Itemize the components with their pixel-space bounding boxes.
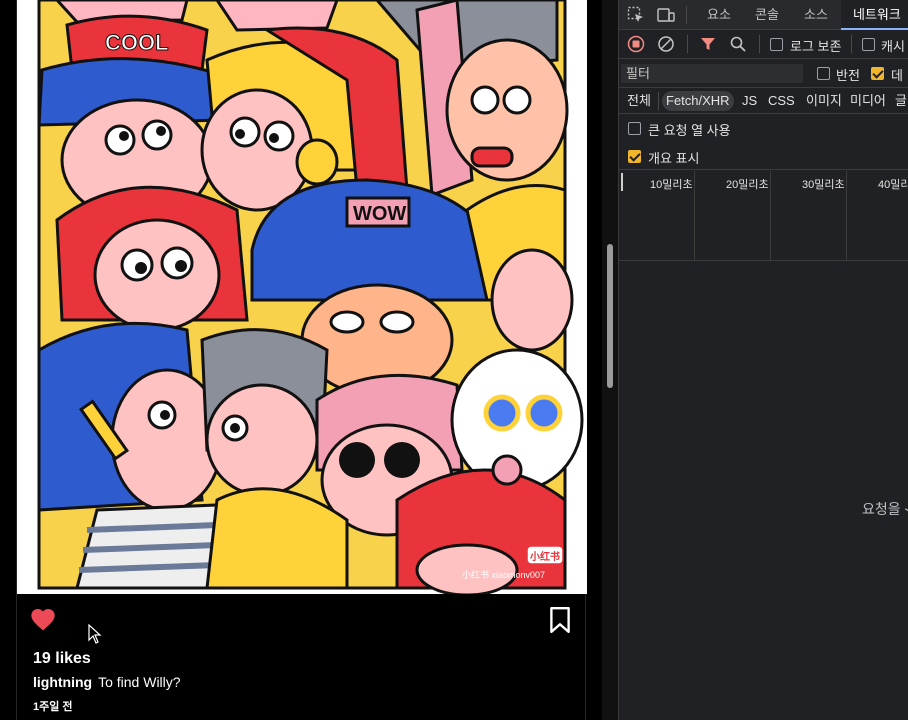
- data-url-label[interactable]: 데: [891, 65, 903, 84]
- post-timestamp[interactable]: 1주일 전: [33, 698, 73, 714]
- hat-text-cool: COOL: [105, 30, 169, 55]
- caption-username[interactable]: lightning: [33, 674, 92, 690]
- likes-count[interactable]: 19 likes: [33, 650, 91, 668]
- timeline-tick-label: 20밀리초: [726, 179, 769, 191]
- preserve-log-label[interactable]: 로그 보존: [790, 36, 841, 55]
- tab-network[interactable]: 네트워크: [841, 0, 908, 30]
- tab-elements[interactable]: 요소: [707, 0, 731, 30]
- heart-icon[interactable]: [29, 606, 57, 634]
- type-fetch-xhr[interactable]: Fetch/XHR: [662, 91, 734, 111]
- element-picker-icon[interactable]: [627, 6, 645, 24]
- tab-console[interactable]: 콘솔: [755, 0, 779, 30]
- type-all[interactable]: 전체: [623, 91, 655, 111]
- type-font[interactable]: 글: [891, 91, 908, 111]
- type-images[interactable]: 이미지: [802, 91, 846, 111]
- data-url-checkbox[interactable]: [871, 67, 884, 80]
- hat-text-wow: WOW: [353, 203, 406, 225]
- timeline-gridline: [770, 171, 771, 260]
- empty-requests-message: 요청을 ⌁: [862, 501, 908, 517]
- network-toolbar: 로그 보존 캐시: [619, 30, 908, 59]
- post-actions: 19 likes lightning To find Willy? 1주일 전: [17, 594, 587, 720]
- scrollbar-thumb[interactable]: [607, 244, 613, 388]
- timeline-gridline: [694, 171, 695, 260]
- devtools-panel: 요소 콘솔 소스 네트워크 로그 보존 캐시 반전 데: [618, 0, 908, 720]
- page-scrollbar[interactable]: [602, 0, 618, 720]
- type-css[interactable]: CSS: [764, 91, 799, 111]
- disable-cache-label[interactable]: 캐시: [881, 36, 905, 55]
- post-caption: lightning To find Willy?: [33, 674, 181, 690]
- page-viewport: COOL WOW 小红书 小红书 xiaomonv007 19 likes li…: [0, 0, 602, 720]
- timeline-marker: [621, 173, 623, 191]
- invert-checkbox[interactable]: [817, 67, 830, 80]
- invert-label[interactable]: 반전: [836, 65, 860, 84]
- filter-icon[interactable]: [699, 35, 717, 53]
- watermark-logo: 小红书: [529, 550, 560, 563]
- filter-input[interactable]: [621, 64, 803, 83]
- tab-sources[interactable]: 소스: [804, 0, 828, 30]
- devtools-tab-bar: 요소 콘솔 소스 네트워크: [619, 0, 908, 30]
- resource-type-filters: 전체 Fetch/XHR JS CSS 이미지 미디어 글: [619, 88, 908, 114]
- overview-label[interactable]: 개요 표시: [648, 148, 699, 167]
- record-icon[interactable]: [627, 35, 645, 53]
- timeline-tick-label: 10밀리초: [650, 179, 693, 191]
- filter-row: 반전 데: [619, 59, 908, 88]
- network-options: 큰 요청 열 사용 개요 표시: [619, 114, 908, 170]
- mouse-cursor-icon: [88, 624, 102, 644]
- timeline-gridline: [846, 171, 847, 260]
- post-card: COOL WOW 小红书 小红书 xiaomonv007 19 likes li…: [16, 0, 587, 720]
- device-toolbar-icon[interactable]: [657, 6, 675, 24]
- caption-text: To find Willy?: [98, 674, 181, 690]
- type-media[interactable]: 미디어: [846, 91, 890, 111]
- search-icon[interactable]: [729, 35, 747, 53]
- big-rows-label[interactable]: 큰 요청 열 사용: [648, 120, 731, 139]
- preserve-log-checkbox[interactable]: [770, 38, 783, 51]
- network-overview-timeline[interactable]: 10밀리초 20밀리초 30밀리초 40밀리초: [619, 171, 908, 261]
- overview-checkbox[interactable]: [628, 150, 641, 163]
- watermark-credit: 小红书 xiaomonv007: [462, 569, 545, 580]
- big-rows-checkbox[interactable]: [628, 122, 641, 135]
- clear-icon[interactable]: [657, 35, 675, 53]
- post-image[interactable]: COOL WOW 小红书 小红书 xiaomonv007: [17, 0, 587, 594]
- disable-cache-checkbox[interactable]: [862, 38, 875, 51]
- bookmark-icon[interactable]: [547, 606, 573, 634]
- timeline-tick-label: 40밀리초: [878, 179, 908, 191]
- illustration-crowd: COOL WOW 小红书 小红书 xiaomonv007: [17, 0, 587, 594]
- type-js[interactable]: JS: [738, 91, 761, 111]
- timeline-tick-label: 30밀리초: [802, 179, 845, 191]
